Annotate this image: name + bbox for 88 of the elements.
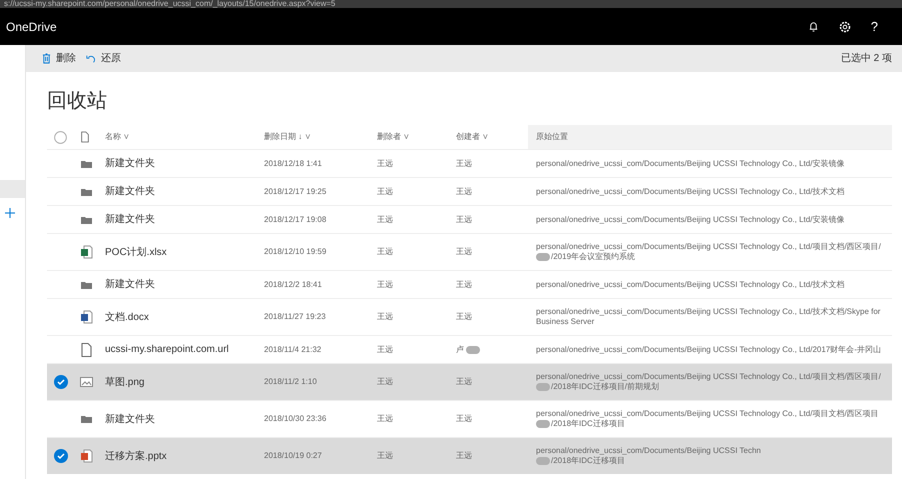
restore-button[interactable]: 还原 [86,51,121,66]
original-location: personal/onedrive_ucssi_com/Documents/Beijing UCSSI Technology Co., Ltd/项目文档/西区项目/ [536,242,882,252]
image-file-icon [80,375,93,389]
original-location: personal/onedrive_ucssi_com/Documents/Beijing UCSSI Technology Co., Ltd/2017财年会-井冈山 [536,344,882,354]
original-location: personal/onedrive_ucssi_com/Documents/Beijing UCSSI Technology Co., Ltd/技术文档/Skype for [536,307,882,317]
deleted-by: 王远 [377,214,394,226]
original-location: personal/onedrive_ucssi_com/Documents/Beijing UCSSI Technology Co., Ltd/技术文档 [536,280,846,290]
deleted-date: 2018/10/19 0:27 [264,450,323,462]
deleted-by: 王远 [377,413,394,425]
checked-circle-icon[interactable] [54,375,68,389]
deleted-date: 2018/12/18 1:41 [264,158,323,170]
original-location: personal/onedrive_ucssi_com/Documents/Beijing UCSSI Technology Co., Ltd/安装镜像 [536,158,846,168]
deleted-by: 王远 [377,278,394,290]
help-button[interactable]: ? [870,16,878,36]
file-name[interactable]: 新建文件夹 [105,277,264,292]
app-name[interactable]: OneDrive [6,18,57,36]
deleted-date: 2018/11/27 19:23 [264,311,327,323]
redacted-block [466,346,480,354]
deleted-date: 2018/10/30 23:36 [264,413,328,425]
undo-icon [86,54,96,64]
original-location: personal/onedrive_ucssi_com/Documents/Beijing UCSSI Technology Co., Ltd/项目文档/西区项目 [536,409,880,419]
redacted-block [536,253,550,261]
original-location: personal/onedrive_ucssi_com/Documents/Beijing UCSSI Techn [536,446,762,456]
deleted-date: 2018/12/2 18:41 [264,278,323,290]
deleted-by: 王远 [377,186,394,198]
file-row[interactable]: 草图.png 2018/11/2 1:10 王远 王远 personal/onedrive_ucssi_com/Documents/Beijing UCSSI Technology Co., Ltd/项目文档/西区项目/ /2018年IDC迁移项目/前期规划 [47,363,892,400]
original-location: /2018年IDC迁移项目/前期规划 [551,382,660,392]
deleted-by: 王远 [377,376,394,388]
delete-button[interactable]: 删除 [42,51,76,66]
checked-circle-icon[interactable] [54,449,68,463]
file-name[interactable]: 文档.docx [105,310,264,324]
deleted-date: 2018/12/10 19:59 [264,246,328,258]
deleted-date: 2018/12/17 19:08 [264,214,328,226]
redacted-block [536,420,550,428]
settings-icon[interactable] [838,20,851,32]
deleted-by: 王远 [377,311,394,323]
redacted-block [536,457,550,465]
file-name[interactable]: POC计划.xlsx [105,244,264,260]
trash-icon [42,53,51,64]
original-location: /2018年IDC迁移项目 [551,419,625,429]
created-by: 卢 [456,344,464,356]
created-by: 王远 [456,450,472,462]
notification-bell-icon[interactable] [808,21,819,32]
file-row[interactable]: 迁移方案.pptx 2018/10/19 0:27 王远 王远 personal/onedrive_ucssi_com/Documents/Beijing UCSSI Techn /2018年IDC迁移项目 [47,437,892,474]
document-icon [80,310,93,324]
page-title: 回收站 [47,89,108,113]
created-by: 王远 [456,186,472,198]
deleted-by: 王远 [377,450,394,462]
created-by: 王远 [456,311,472,323]
original-location: Business Server [536,317,594,327]
deleted-date: 2018/12/17 19:25 [264,186,328,198]
column-header[interactable]: 名称 ∨ [105,131,264,143]
original-location: /2018年IDC迁移项目 [551,456,625,466]
deleted-by: 王远 [377,158,394,170]
created-by: 王远 [456,214,472,226]
column-header[interactable]: 删除日期 ↓ ∨ [264,131,377,143]
created-by: 王远 [456,376,472,388]
select-all-circle-icon[interactable] [54,130,67,144]
file-name[interactable]: 草图.png [105,374,264,390]
plus-icon[interactable] [5,208,15,218]
created-by: 王远 [456,246,472,258]
deleted-date: 2018/11/2 1:10 [264,376,318,388]
created-by: 王远 [456,413,472,425]
created-by: 王远 [456,158,472,170]
original-location: /2019年会议室预约系统 [551,252,636,262]
selection-count: 已选中 2 项 [840,52,892,66]
column-header[interactable]: 创建者 ∨ [456,131,528,143]
file-name[interactable]: 新建文件夹 [105,212,264,227]
original-location: personal/onedrive_ucssi_com/Documents/Beijing UCSSI Technology Co., Ltd/项目文档/西区项目/ [536,372,882,382]
spreadsheet-icon [80,245,93,259]
deleted-by: 王远 [377,246,394,258]
deleted-date: 2018/11/4 21:32 [264,344,322,356]
file-name[interactable]: 新建文件夹 [105,184,264,199]
file-icon [80,342,93,356]
deleted-by: 王远 [377,344,394,356]
column-header[interactable]: 删除者 ∨ [377,131,456,143]
file-name[interactable]: 新建文件夹 [105,412,264,426]
original-location: personal/onedrive_ucssi_com/Documents/Beijing UCSSI Technology Co., Ltd/技术文档 [536,186,846,196]
file-type-icon [80,131,90,143]
presentation-icon [80,449,93,463]
file-name[interactable]: 迁移方案.pptx [105,448,264,464]
redacted-block [536,383,550,391]
file-name[interactable]: 新建文件夹 [105,156,264,171]
original-location: personal/onedrive_ucssi_com/Documents/Beijing UCSSI Technology Co., Ltd/安装镜像 [536,214,846,224]
column-header[interactable]: 原始位置 [528,125,892,149]
created-by: 王远 [456,278,472,290]
url-text: s://ucssi-my.sharepoint.com/personal/onedrive_ucssi_com/_layouts/15/onedrive.aspx?view=5 [3,0,336,8]
file-name[interactable]: ucssi-my.sharepoint.com.url [105,342,264,357]
